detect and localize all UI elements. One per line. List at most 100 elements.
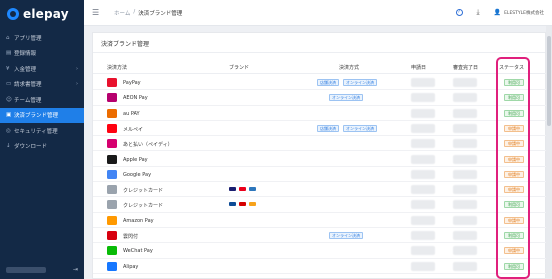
menu-icon[interactable]: ☰ <box>92 8 100 17</box>
payment-logo-icon <box>107 246 117 256</box>
payment-logo-icon <box>107 154 117 164</box>
download-icon[interactable]: ⤓ <box>477 8 480 17</box>
redacted-date <box>453 78 477 87</box>
redacted-date <box>453 200 477 210</box>
sidebar-item-icon: ▭ <box>6 81 12 88</box>
payment-type-tag: 店舗決済 <box>317 79 339 86</box>
sidebar-footer: ⇥ <box>6 266 78 273</box>
chevron-icon: › <box>76 81 78 88</box>
card-brand-icon <box>239 202 246 207</box>
chevron-icon: › <box>76 65 78 72</box>
card-brand-icon <box>249 202 256 207</box>
payment-method-name: Apple Pay <box>123 156 148 163</box>
redacted-date <box>453 108 477 118</box>
table-row[interactable]: クレジットカード 利用可 <box>93 197 547 213</box>
payment-logo-icon <box>107 93 117 103</box>
table-row[interactable]: Apple Pay 申請中 <box>93 152 547 167</box>
collapse-icon[interactable]: ⇥ <box>73 266 78 273</box>
table-row[interactable]: WeChat Pay 申請中 <box>93 243 547 259</box>
sidebar-item[interactable]: ◎ セキュリティ管理 <box>0 123 84 139</box>
redacted-date <box>411 123 435 133</box>
redacted-date <box>411 78 435 87</box>
redacted-date <box>411 215 435 225</box>
redacted-date <box>411 93 435 103</box>
sidebar-item[interactable]: ⌂ アプリ管理 <box>0 30 84 46</box>
logo[interactable]: elepay <box>0 0 84 28</box>
sidebar-item-label: チーム管理 <box>14 97 42 104</box>
col-review-date: 審査完了日 <box>453 65 479 71</box>
payment-brand-card: 決済ブランド管理 決済方法 ブランド 決済方式 申請日 審査完了日 ステータス … <box>92 32 547 279</box>
table-row[interactable]: あと払い（ペイディ） 申請中 <box>93 136 547 152</box>
col-apply-date: 申請日 <box>411 65 427 71</box>
payment-logo-icon <box>107 231 117 240</box>
account-chip[interactable] <box>6 266 46 273</box>
sidebar-item[interactable]: ¥ 入金管理 › <box>0 61 84 77</box>
payment-logo-icon <box>107 200 117 210</box>
scroll-thumb[interactable] <box>547 36 551 126</box>
sidebar-item-icon: ◎ <box>6 127 11 134</box>
redacted-date <box>453 93 477 103</box>
sidebar-item[interactable]: ☺ チーム管理 <box>0 92 84 108</box>
payment-logo-icon <box>107 215 117 225</box>
sidebar-item[interactable]: ▣ 決済ブランド管理 <box>0 107 84 123</box>
card-brand-icon <box>229 202 236 207</box>
sidebar-item-label: 決済ブランド管理 <box>14 113 59 120</box>
redacted-date <box>411 139 435 149</box>
redacted-date <box>411 246 435 256</box>
payment-type-tag: 店舗決済 <box>317 124 339 132</box>
sidebar-item-icon: ▣ <box>6 112 12 119</box>
sidebar-nav: ⌂ アプリ管理 ▤ 登録情報 ¥ 入金管理 › ▭ 請求書管理 › ☺ チーム管理 ▣ 決済ブランド管理 ◎… <box>0 30 84 154</box>
redacted-date <box>453 246 477 256</box>
redacted-date <box>453 139 477 149</box>
redacted-date <box>411 231 435 240</box>
payment-type-tag: オンライン決済 <box>329 232 363 239</box>
user-menu[interactable]: 👤 ELESTYLE株式会社 <box>494 9 544 16</box>
redacted-date <box>411 108 435 118</box>
breadcrumb-home[interactable]: ホーム <box>114 9 130 17</box>
payment-logo-icon <box>107 108 117 118</box>
user-name: ELESTYLE株式会社 <box>504 10 544 16</box>
payment-method-name: メルペイ <box>123 126 144 133</box>
help-icon[interactable]: ? <box>455 9 463 16</box>
elepay-logo-icon <box>7 8 19 20</box>
sidebar-item[interactable]: ▭ 請求書管理 › <box>0 77 84 93</box>
table-row[interactable]: 雲閃付 オンライン決済 利用可 <box>93 228 547 244</box>
table-row[interactable]: AEON Pay オンライン決済 利用可 <box>93 90 547 106</box>
sidebar-item-icon: ⌂ <box>6 34 10 41</box>
sidebar-item-label: アプリ管理 <box>14 35 42 42</box>
payment-method-name: AEON Pay <box>123 95 148 102</box>
payment-method-name: Amazon Pay <box>123 217 154 224</box>
payment-logo-icon <box>107 139 117 149</box>
table-row[interactable]: メルペイ 店舗決済 オンライン決済 申請中 <box>93 121 547 137</box>
payment-logo-icon <box>107 78 117 87</box>
payment-method-name: WeChat Pay <box>123 248 153 255</box>
table-row[interactable]: Amazon Pay 申請中 <box>93 213 547 228</box>
user-icon: 👤 <box>493 9 502 16</box>
col-method: 決済方法 <box>107 65 128 71</box>
payment-method-name: あと払い（ペイディ） <box>123 142 173 149</box>
sidebar-item[interactable]: ↓ ダウンロード <box>0 139 84 155</box>
redacted-date <box>411 261 435 271</box>
table-row[interactable]: Google Pay 申請中 <box>93 167 547 183</box>
payment-method-name: PayPay <box>123 80 141 86</box>
status-highlight-frame <box>496 57 530 279</box>
redacted-date <box>411 154 435 164</box>
table-row[interactable]: クレジットカード 申請中 <box>93 182 547 198</box>
table-row[interactable]: Alipay 利用可 <box>93 259 547 274</box>
payment-logo-icon <box>107 169 117 179</box>
scrollbar[interactable] <box>546 26 552 279</box>
table-row[interactable]: au PAY 利用可 <box>93 106 547 121</box>
payment-type-tag: オンライン決済 <box>343 79 377 86</box>
sidebar-item[interactable]: ▤ 登録情報 <box>0 46 84 62</box>
sidebar: elepay ⌂ アプリ管理 ▤ 登録情報 ¥ 入金管理 › ▭ 請求書管理 › ☺ チーム管理 ▣ 決済… <box>0 0 84 279</box>
payment-method-name: Alipay <box>123 263 139 270</box>
top-bar: ☰ ホーム / 決済ブランド管理 ? ⤓ 👤 ELESTYLE株式会社 <box>84 0 552 26</box>
sidebar-item-label: ダウンロード <box>14 144 48 151</box>
table-row[interactable]: PayPay 店舗決済 オンライン決済 利用可 <box>93 75 547 91</box>
redacted-date <box>453 169 477 179</box>
card-brand-icon <box>239 187 246 192</box>
sidebar-item-icon: ☺ <box>6 96 12 103</box>
payment-method-name: au PAY <box>123 110 140 117</box>
redacted-date <box>453 185 477 195</box>
redacted-date <box>453 215 477 225</box>
